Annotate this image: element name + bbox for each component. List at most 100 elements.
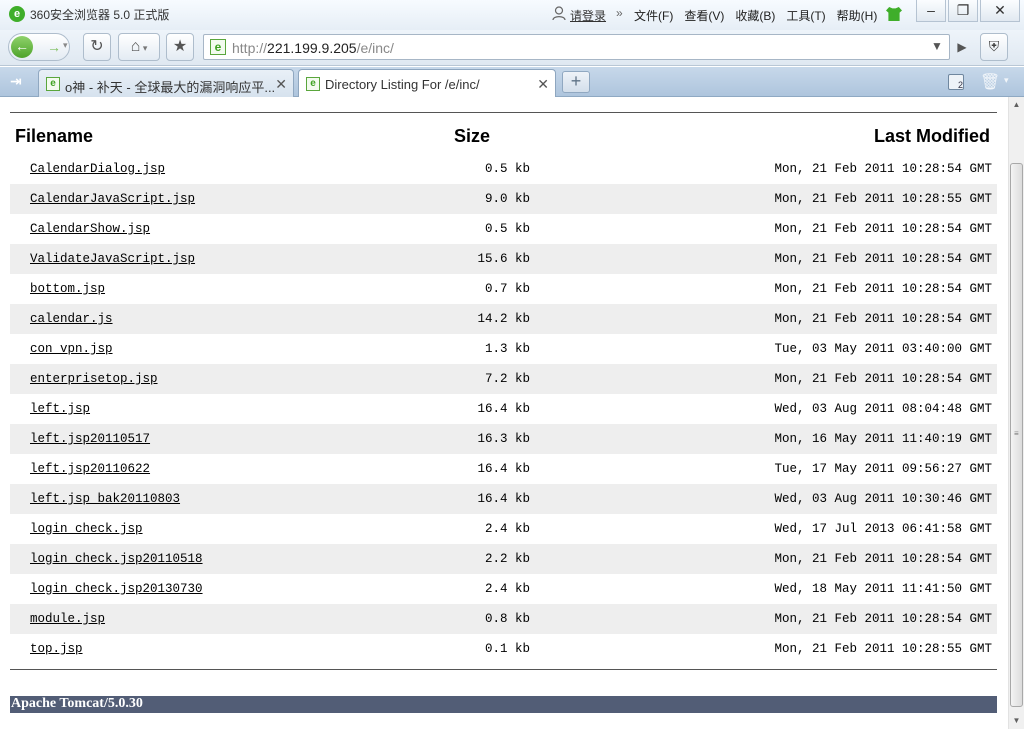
file-link[interactable]: module.jsp xyxy=(30,612,105,626)
file-link[interactable]: left.jsp20110517 xyxy=(30,432,150,446)
address-input[interactable]: http://221.199.9.205/e/inc/ xyxy=(232,40,394,56)
file-size: 0.7 kb xyxy=(484,282,530,296)
refresh-icon[interactable]: ↻ xyxy=(83,33,111,61)
file-modified: Mon, 21 Feb 2011 10:28:54 GMT xyxy=(774,252,992,266)
file-link[interactable]: calendar.js xyxy=(30,312,113,326)
back-forward-group: ← → ▾ xyxy=(8,33,70,61)
menu-help[interactable]: 帮助(H) xyxy=(837,7,878,24)
file-link[interactable]: login_check.jsp20130730 xyxy=(30,582,203,596)
file-link[interactable]: CalendarDialog.jsp xyxy=(30,162,165,176)
table-row: left.jsp 16.4 kb Wed, 03 Aug 2011 08:04:48… xyxy=(10,394,997,424)
user-icon[interactable] xyxy=(552,6,566,21)
address-bar[interactable]: e http://221.199.9.205/e/inc/ ▼ xyxy=(203,34,950,60)
forward-arrow-icon[interactable]: → xyxy=(47,39,61,55)
file-modified: Mon, 21 Feb 2011 10:28:54 GMT xyxy=(774,612,992,626)
menu-tools[interactable]: 工具(T) xyxy=(786,7,825,24)
table-row: top.jsp 0.1 kb Mon, 21 Feb 2011 10:28:55 G… xyxy=(10,634,997,664)
file-list: CalendarDialog.jsp 0.5 kb Mon, 21 Feb 2011… xyxy=(10,154,997,664)
home-icon: ⌂ xyxy=(130,38,141,55)
file-size: 7.2 kb xyxy=(484,372,530,386)
close-icon[interactable]: ✕ xyxy=(537,76,549,93)
menu-view[interactable]: 查看(V) xyxy=(684,7,724,24)
menu-bar: 文件(F) 查看(V) 收藏(B) 工具(T) 帮助(H) xyxy=(634,7,888,24)
maximize-button[interactable]: ❐ xyxy=(948,0,978,22)
table-row: login_check.jsp20110518 2.2 kb Mon, 21 Feb… xyxy=(10,544,997,574)
table-row: left.jsp20110517 16.3 kb Mon, 16 May 2011 … xyxy=(10,424,997,454)
file-size: 1.3 kb xyxy=(484,342,530,356)
page-content: Filename Size Last Modified CalendarDial… xyxy=(0,97,1008,729)
grip-icon: ≡ xyxy=(1014,429,1019,438)
sidebar-toggle-icon[interactable]: ⇥ xyxy=(10,73,22,90)
star-icon[interactable]: ★ xyxy=(166,33,194,61)
ie-page-icon: e xyxy=(210,39,226,55)
file-link[interactable]: top.jsp xyxy=(30,642,83,656)
tab-bar: ⇥ e o神 - 补天 - 全球最大的漏洞响应平... ✕ e Director… xyxy=(0,67,1024,98)
table-row: bottom.jsp 0.7 kb Mon, 21 Feb 2011 10:28:5… xyxy=(10,274,997,304)
table-row: CalendarDialog.jsp 0.5 kb Mon, 21 Feb 2011… xyxy=(10,154,997,184)
chevron-down-icon[interactable]: ▾ xyxy=(1004,75,1009,86)
server-signature: Apache Tomcat/5.0.30 xyxy=(11,696,143,711)
header-last-modified: Last Modified xyxy=(874,126,990,146)
file-link[interactable]: con_vpn.jsp xyxy=(30,342,113,356)
menu-expand-icon[interactable]: » xyxy=(616,6,623,20)
file-size: 2.2 kb xyxy=(484,552,530,566)
file-modified: Mon, 21 Feb 2011 10:28:54 GMT xyxy=(774,312,992,326)
scroll-up-icon[interactable]: ▲ xyxy=(1009,97,1024,113)
file-link[interactable]: CalendarShow.jsp xyxy=(30,222,150,236)
file-size: 15.6 kb xyxy=(477,252,530,266)
tab-butian[interactable]: e o神 - 补天 - 全球最大的漏洞响应平... ✕ xyxy=(38,69,294,97)
table-row: con_vpn.jsp 1.3 kb Tue, 03 May 2011 03:40:… xyxy=(10,334,997,364)
table-row: CalendarShow.jsp 0.5 kb Mon, 21 Feb 2011 1… xyxy=(10,214,997,244)
file-modified: Tue, 17 May 2011 09:56:27 GMT xyxy=(774,462,992,476)
tshirt-skin-icon[interactable] xyxy=(886,7,902,21)
tab-directory-listing[interactable]: e Directory Listing For /e/inc/ ✕ xyxy=(298,69,556,98)
file-modified: Wed, 17 Jul 2013 06:41:58 GMT xyxy=(774,522,992,536)
table-row: login_check.jsp 2.4 kb Wed, 17 Jul 2013 06… xyxy=(10,514,997,544)
home-button[interactable]: ⌂ ▾ xyxy=(118,33,160,61)
back-arrow-icon[interactable]: ← xyxy=(11,36,33,58)
file-modified: Mon, 21 Feb 2011 10:28:54 GMT xyxy=(774,282,992,296)
vertical-scrollbar[interactable]: ▲ ≡ ▼ xyxy=(1008,97,1024,729)
new-tab-button[interactable]: + xyxy=(562,71,590,93)
file-size: 9.0 kb xyxy=(484,192,530,206)
login-link[interactable]: 请登录 xyxy=(570,7,606,24)
file-size: 0.1 kb xyxy=(484,642,530,656)
file-link[interactable]: ValidateJavaScript.jsp xyxy=(30,252,195,266)
file-size: 16.4 kb xyxy=(477,492,530,506)
table-row: login_check.jsp20130730 2.4 kb Wed, 18 May… xyxy=(10,574,997,604)
scroll-down-icon[interactable]: ▼ xyxy=(1009,713,1024,729)
close-window-button[interactable]: ✕ xyxy=(980,0,1020,22)
file-link[interactable]: bottom.jsp xyxy=(30,282,105,296)
restore-tabs-icon[interactable]: 2 xyxy=(948,74,964,90)
scrollbar-thumb[interactable]: ≡ xyxy=(1010,163,1023,707)
tab-label: o神 - 补天 - 全球最大的漏洞响应平... xyxy=(65,80,276,95)
file-size: 2.4 kb xyxy=(484,522,530,536)
file-link[interactable]: login_check.jsp xyxy=(30,522,143,536)
shield-icon[interactable]: ⛨ xyxy=(980,33,1008,61)
menu-favorites[interactable]: 收藏(B) xyxy=(735,7,775,24)
file-size: 0.8 kb xyxy=(484,612,530,626)
file-modified: Wed, 18 May 2011 11:41:50 GMT xyxy=(774,582,992,596)
menu-file[interactable]: 文件(F) xyxy=(634,7,673,24)
file-link[interactable]: left.jsp20110622 xyxy=(30,462,150,476)
file-link[interactable]: login_check.jsp20110518 xyxy=(30,552,203,566)
divider xyxy=(10,112,997,113)
file-size: 0.5 kb xyxy=(484,162,530,176)
chevron-down-icon[interactable]: ▾ xyxy=(63,40,68,51)
header-filename: Filename xyxy=(15,126,94,146)
go-arrow-icon[interactable]: ▶ xyxy=(952,36,972,58)
file-link[interactable]: left.jsp_bak20110803 xyxy=(30,492,180,506)
ie-page-icon: e xyxy=(46,77,60,91)
360-browser-logo-icon: e xyxy=(9,6,25,22)
trash-icon[interactable]: 🗑 xyxy=(980,72,1000,92)
file-link[interactable]: left.jsp xyxy=(30,402,90,416)
file-link[interactable]: enterprisetop.jsp xyxy=(30,372,158,386)
chevron-down-icon[interactable]: ▼ xyxy=(931,39,943,53)
minimize-button[interactable]: – xyxy=(916,0,946,22)
file-link[interactable]: CalendarJavaScript.jsp xyxy=(30,192,195,206)
file-modified: Mon, 16 May 2011 11:40:19 GMT xyxy=(774,432,992,446)
file-size: 16.3 kb xyxy=(477,432,530,446)
close-icon[interactable]: ✕ xyxy=(275,76,287,93)
file-modified: Mon, 21 Feb 2011 10:28:55 GMT xyxy=(774,192,992,206)
server-footer: Apache Tomcat/5.0.30 xyxy=(10,696,997,713)
